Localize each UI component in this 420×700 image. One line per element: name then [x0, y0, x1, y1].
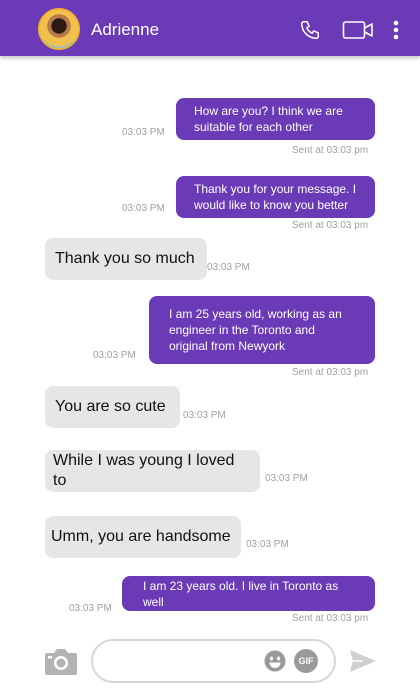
sent-status: Sent at 03:03 pm [292, 145, 369, 156]
outgoing-message[interactable]: How are you? I think we are suitable for… [176, 98, 375, 140]
message-time: 03:03 PM [183, 410, 226, 421]
message-time: 03:03 PM [122, 127, 165, 138]
message-time: 03:03 PM [246, 539, 289, 550]
message-text: While I was young I loved to [53, 452, 235, 489]
message-text: Thank you so much [55, 250, 195, 267]
incoming-message[interactable]: While I was young I loved to [45, 450, 260, 492]
emoji-icon[interactable] [264, 650, 286, 672]
gif-icon[interactable]: GIF [294, 649, 318, 673]
avatar[interactable] [38, 8, 80, 50]
outgoing-message[interactable]: I am 23 years old. I live in Toronto as … [122, 576, 375, 611]
sent-status: Sent at 03:03 pm [292, 220, 369, 231]
incoming-message[interactable]: Thank you so much [45, 238, 207, 280]
message-time: 03:03 PM [207, 262, 250, 273]
more-vertical-icon[interactable] [390, 16, 402, 44]
message-text: You are so cute [55, 398, 166, 415]
message-time: 03:03 PM [69, 603, 112, 614]
contact-name[interactable]: Adrienne [91, 20, 159, 40]
phone-icon[interactable] [298, 16, 322, 44]
message-time: 03:03 PM [93, 350, 136, 361]
message-time: 03:03 PM [122, 203, 165, 214]
sent-status: Sent at 03:03 pm [292, 367, 369, 378]
message-composer: GIF [91, 639, 336, 683]
message-input[interactable] [107, 651, 261, 673]
incoming-message[interactable]: Umm, you are handsome [45, 516, 241, 558]
sent-status: Sent at 03:03 pm [292, 613, 369, 624]
outgoing-message[interactable]: I am 25 years old, working as an enginee… [149, 296, 375, 364]
camera-icon[interactable] [44, 646, 78, 676]
send-icon[interactable] [349, 649, 377, 673]
outgoing-message[interactable]: Thank you for your message. I would like… [176, 176, 375, 218]
video-camera-icon[interactable] [341, 16, 375, 44]
message-text: Umm, you are handsome [51, 528, 231, 545]
message-time: 03:03 PM [265, 473, 308, 484]
incoming-message[interactable]: You are so cute [45, 386, 180, 428]
message-text: I am 25 years old, working as an enginee… [169, 307, 342, 353]
message-text: I am 23 years old. I live in Toronto as … [143, 578, 339, 609]
gif-label: GIF [298, 656, 314, 666]
message-text: How are you? I think we are suitable for… [194, 104, 343, 134]
chat-header: Adrienne [0, 0, 420, 56]
message-text: Thank you for your message. I would like… [194, 182, 357, 212]
